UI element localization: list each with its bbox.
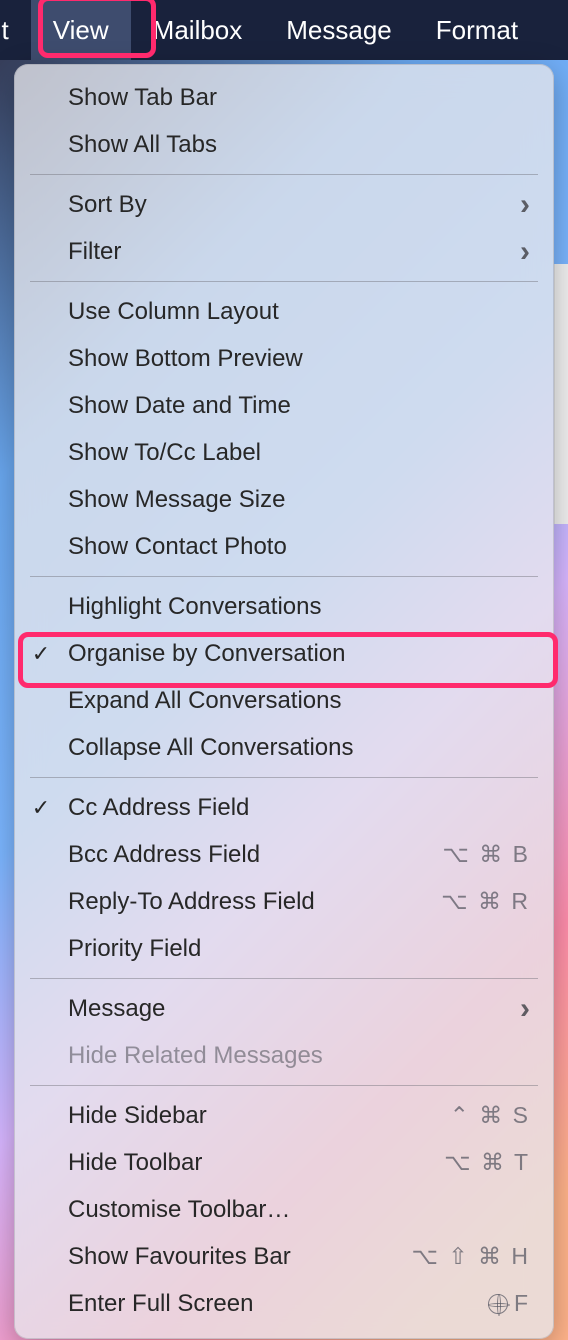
chevron-right-icon: ›: [520, 190, 530, 220]
menu-item-hide-sidebar[interactable]: Hide Sidebar⌃ ⌘ S: [14, 1092, 554, 1139]
menu-item-label: Show Favourites Bar: [68, 1243, 411, 1271]
menu-section: Highlight Conversations✓Organise by Conv…: [14, 576, 554, 771]
menu-item-expand-all-conversations[interactable]: Expand All Conversations: [14, 677, 554, 724]
menu-item-message[interactable]: Message›: [14, 985, 554, 1032]
menu-section: Sort By›Filter›: [14, 174, 554, 275]
menubar-item-mailbox[interactable]: Mailbox: [131, 0, 265, 60]
menu-item-label: Use Column Layout: [68, 298, 530, 326]
menu-item-collapse-all-conversations[interactable]: Collapse All Conversations: [14, 724, 554, 771]
menu-item-organise-by-conversation[interactable]: ✓Organise by Conversation: [14, 630, 554, 677]
menu-item-show-to-cc-label[interactable]: Show To/Cc Label: [14, 429, 554, 476]
menu-item-label: Priority Field: [68, 935, 530, 963]
menubar-item-message[interactable]: Message: [264, 0, 414, 60]
menu-item-sort-by[interactable]: Sort By›: [14, 181, 554, 228]
menu-item-show-date-and-time[interactable]: Show Date and Time: [14, 382, 554, 429]
menu-item-label: Hide Toolbar: [68, 1149, 444, 1177]
menu-item-shortcut: ⌥ ⌘ R: [441, 888, 530, 915]
menu-item-label: Show Bottom Preview: [68, 345, 530, 373]
menu-item-show-message-size[interactable]: Show Message Size: [14, 476, 554, 523]
menu-item-show-tab-bar[interactable]: Show Tab Bar: [14, 74, 554, 121]
globe-icon: [488, 1294, 508, 1314]
menu-item-use-column-layout[interactable]: Use Column Layout: [14, 288, 554, 335]
menu-section: Hide Sidebar⌃ ⌘ SHide Toolbar⌥ ⌘ TCustom…: [14, 1085, 554, 1327]
menubar-item-edit[interactable]: lit: [0, 0, 31, 60]
menu-item-label: Hide Related Messages: [68, 1042, 530, 1070]
background-window-edge: [554, 264, 568, 524]
menu-item-enter-full-screen[interactable]: Enter Full ScreenF: [14, 1280, 554, 1327]
menu-item-highlight-conversations[interactable]: Highlight Conversations: [14, 583, 554, 630]
view-menu-dropdown: Show Tab BarShow All TabsSort By›Filter›…: [14, 64, 554, 1339]
menu-item-hide-toolbar[interactable]: Hide Toolbar⌥ ⌘ T: [14, 1139, 554, 1186]
menu-item-shortcut: ⌃ ⌘ S: [450, 1102, 530, 1129]
menu-section: ✓Cc Address FieldBcc Address Field⌥ ⌘ BR…: [14, 777, 554, 972]
chevron-right-icon: ›: [520, 237, 530, 267]
menu-item-show-bottom-preview[interactable]: Show Bottom Preview: [14, 335, 554, 382]
checkmark-icon: ✓: [14, 795, 68, 821]
menu-item-filter[interactable]: Filter›: [14, 228, 554, 275]
menu-item-show-favourites-bar[interactable]: Show Favourites Bar⌥ ⇧ ⌘ H: [14, 1233, 554, 1280]
menu-item-shortcut: F: [488, 1290, 530, 1317]
menu-item-shortcut: ⌥ ⌘ T: [444, 1149, 530, 1176]
menu-item-show-all-tabs[interactable]: Show All Tabs: [14, 121, 554, 168]
menu-item-label: Sort By: [68, 191, 520, 219]
menu-item-label: Collapse All Conversations: [68, 734, 530, 762]
menu-section: Use Column Layout Show Bottom Preview Show…: [14, 281, 554, 570]
menu-item-label: Hide Sidebar: [68, 1102, 450, 1130]
menu-item-label: Highlight Conversations: [68, 593, 530, 621]
menubar-item-format[interactable]: Format: [414, 0, 540, 60]
menu-item-cc-address-field[interactable]: ✓Cc Address Field: [14, 784, 554, 831]
menubar: lit View Mailbox Message Format: [0, 0, 568, 60]
menu-item-shortcut: ⌥ ⇧ ⌘ H: [411, 1243, 530, 1270]
menu-item-customise-toolbar[interactable]: Customise Toolbar…: [14, 1186, 554, 1233]
menu-item-shortcut: ⌥ ⌘ B: [442, 841, 530, 868]
menu-item-label: Cc Address Field: [68, 794, 530, 822]
menu-item-label: Show Contact Photo: [68, 533, 530, 561]
menu-item-label: Show All Tabs: [68, 131, 530, 159]
menu-item-label: Show Tab Bar: [68, 84, 530, 112]
menu-item-label: Bcc Address Field: [68, 841, 442, 869]
menubar-item-view[interactable]: View: [31, 0, 131, 60]
menu-item-label: Customise Toolbar…: [68, 1196, 530, 1224]
menu-item-label: Filter: [68, 238, 520, 266]
chevron-right-icon: ›: [520, 994, 530, 1024]
menu-item-label: Enter Full Screen: [68, 1290, 488, 1318]
menu-item-priority-field[interactable]: Priority Field: [14, 925, 554, 972]
menu-item-label: Reply-To Address Field: [68, 888, 441, 916]
menu-section: Show Tab Bar Show All Tabs: [14, 74, 554, 168]
menu-item-label: Show Date and Time: [68, 392, 530, 420]
menu-item-label: Organise by Conversation: [68, 640, 530, 668]
menu-item-label: Show To/Cc Label: [68, 439, 530, 467]
menu-item-bcc-address-field[interactable]: Bcc Address Field⌥ ⌘ B: [14, 831, 554, 878]
menu-section: Message› Hide Related Messages: [14, 978, 554, 1079]
menu-item-reply-to-address-field[interactable]: Reply-To Address Field⌥ ⌘ R: [14, 878, 554, 925]
menu-item-label: Message: [68, 995, 520, 1023]
menu-item-label: Expand All Conversations: [68, 687, 530, 715]
menu-item-label: Show Message Size: [68, 486, 530, 514]
menu-item-show-contact-photo[interactable]: Show Contact Photo: [14, 523, 554, 570]
checkmark-icon: ✓: [14, 641, 68, 667]
menu-item-hide-related-messages: Hide Related Messages: [14, 1032, 554, 1079]
